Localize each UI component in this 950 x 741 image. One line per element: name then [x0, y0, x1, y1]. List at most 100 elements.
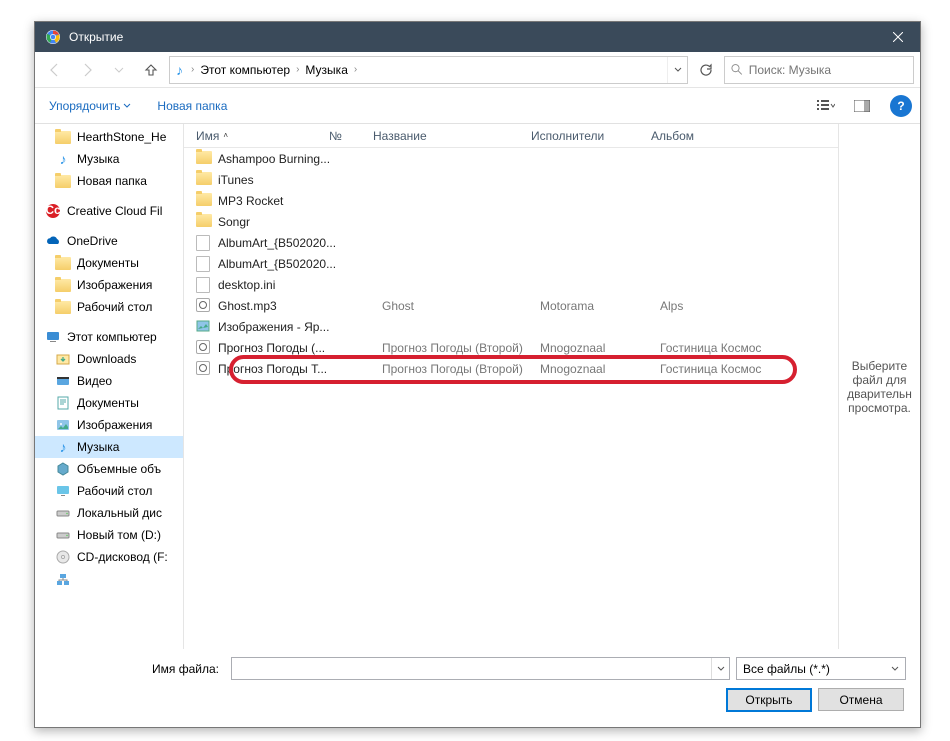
recent-button[interactable] — [105, 56, 133, 84]
tree-item[interactable]: Объемные объ — [35, 458, 183, 480]
newfolder-button[interactable]: Новая папка — [151, 95, 233, 117]
tree-item[interactable]: CD-дисковод (F: — [35, 546, 183, 568]
file-icon — [196, 256, 212, 272]
chevron-right-icon: › — [296, 64, 299, 75]
tree-item-label: Локальный дис — [77, 506, 162, 520]
back-button[interactable] — [41, 56, 69, 84]
tree-item[interactable]: HearthStone_He — [35, 126, 183, 148]
view-details-button[interactable] — [812, 94, 840, 118]
window-title: Открытие — [69, 30, 875, 44]
file-title: Прогноз Погоды (Второй) — [382, 341, 540, 355]
col-artist[interactable]: Исполнители — [531, 129, 651, 143]
file-album: Гостиница Космос — [660, 341, 800, 355]
col-name[interactable]: Имя˄ — [184, 129, 329, 143]
tree-item[interactable]: Cc Creative Cloud Fil — [35, 200, 183, 222]
tree-item-label: Документы — [77, 396, 139, 410]
file-row[interactable]: Ashampoo Burning... — [184, 148, 838, 169]
file-artist: Mnogoznaal — [540, 341, 660, 355]
file-row[interactable]: MP3 Rocket — [184, 190, 838, 211]
folder-tree[interactable]: HearthStone_He♪МузыкаНовая папкаCcCreati… — [35, 124, 184, 649]
organize-button[interactable]: Упорядочить — [43, 95, 137, 117]
folder-icon — [196, 151, 212, 167]
images-icon — [55, 417, 71, 433]
filename-input[interactable] — [231, 657, 730, 680]
navbar: ♪ › Этот компьютер › Музыка › — [35, 52, 920, 88]
file-name: desktop.ini — [218, 278, 338, 292]
tree-item[interactable]: ♪Музыка — [35, 436, 183, 458]
chevron-right-icon: › — [354, 64, 357, 75]
up-button[interactable] — [137, 56, 165, 84]
tree-item[interactable]: Документы — [35, 252, 183, 274]
cc-icon: Cc — [45, 203, 61, 219]
breadcrumb-seg-music[interactable]: Музыка — [303, 63, 349, 77]
tree-item[interactable]: Downloads — [35, 348, 183, 370]
breadcrumb-dropdown[interactable] — [667, 57, 687, 83]
mp3-icon — [196, 340, 212, 356]
col-num[interactable]: № — [329, 129, 373, 143]
forward-button[interactable] — [73, 56, 101, 84]
file-row[interactable]: Songr — [184, 211, 838, 232]
pc-icon — [45, 329, 61, 345]
file-row[interactable]: Прогноз Погоды (...Прогноз Погоды (Второ… — [184, 337, 838, 358]
mp3-icon — [196, 361, 212, 377]
list-header[interactable]: Имя˄ № Название Исполнители Альбом — [184, 124, 838, 148]
folder-icon — [196, 172, 212, 188]
tree-item-label: Объемные объ — [77, 462, 161, 476]
tree-item[interactable]: Этот компьютер — [35, 326, 183, 348]
tree-item[interactable]: ♪Музыка — [35, 148, 183, 170]
tree-item[interactable]: Видео — [35, 370, 183, 392]
tree-item[interactable]: Рабочий стол — [35, 296, 183, 318]
tree-item[interactable]: Изображения — [35, 414, 183, 436]
filename-dropdown[interactable] — [711, 658, 729, 679]
tree-item[interactable]: Изображения — [35, 274, 183, 296]
file-row[interactable]: AlbumArt_{B502020... — [184, 253, 838, 274]
preview-pane: Выберите файл для дварительн просмотра. — [838, 124, 920, 649]
img-icon — [196, 319, 212, 335]
titlebar: Открытие — [35, 22, 920, 52]
tree-item[interactable]: Рабочий стол — [35, 480, 183, 502]
tree-item-label: Creative Cloud Fil — [67, 204, 162, 218]
preview-pane-button[interactable] — [848, 94, 876, 118]
tree-item[interactable]: Новая папка — [35, 170, 183, 192]
help-button[interactable]: ? — [890, 95, 912, 117]
file-name: AlbumArt_{B502020... — [218, 236, 338, 250]
search-input[interactable] — [749, 63, 907, 77]
footer: Имя файла: Все файлы (*.*) Открыть Отмен… — [35, 649, 920, 720]
file-album: Alps — [660, 299, 800, 313]
tree-item-label: CD-дисковод (F: — [77, 550, 168, 564]
filetype-filter[interactable]: Все файлы (*.*) — [736, 657, 906, 680]
cancel-button[interactable]: Отмена — [818, 688, 904, 711]
breadcrumb-seg-pc[interactable]: Этот компьютер — [198, 63, 292, 77]
file-name: Прогноз Погоды Т... — [218, 362, 338, 376]
col-album[interactable]: Альбом — [651, 129, 791, 143]
file-row[interactable]: Прогноз Погоды Т...Прогноз Погоды (Второ… — [184, 358, 838, 379]
file-row[interactable]: desktop.ini — [184, 274, 838, 295]
file-row[interactable]: iTunes — [184, 169, 838, 190]
refresh-button[interactable] — [692, 56, 720, 84]
tree-item[interactable] — [35, 568, 183, 590]
file-row[interactable]: AlbumArt_{B502020... — [184, 232, 838, 253]
search-box[interactable] — [724, 56, 914, 84]
file-name: AlbumArt_{B502020... — [218, 257, 338, 271]
file-name: MP3 Rocket — [218, 194, 338, 208]
breadcrumb[interactable]: ♪ › Этот компьютер › Музыка › — [169, 56, 688, 84]
search-icon — [731, 63, 743, 76]
file-artist: Motorama — [540, 299, 660, 313]
network-icon — [55, 571, 71, 587]
content: HearthStone_He♪МузыкаНовая папкаCcCreati… — [35, 124, 920, 649]
folder-icon — [55, 299, 71, 315]
close-button[interactable] — [875, 22, 920, 52]
tree-item[interactable]: Документы — [35, 392, 183, 414]
file-name: iTunes — [218, 173, 338, 187]
tree-item-label: Рабочий стол — [77, 300, 152, 314]
open-button[interactable]: Открыть — [726, 688, 812, 712]
file-row[interactable]: Ghost.mp3GhostMotoramaAlps — [184, 295, 838, 316]
col-title[interactable]: Название — [373, 129, 531, 143]
tree-item[interactable]: Новый том (D:) — [35, 524, 183, 546]
tree-item[interactable]: OneDrive — [35, 230, 183, 252]
tree-item[interactable]: Локальный дис — [35, 502, 183, 524]
drive-icon — [55, 527, 71, 543]
file-row[interactable]: Изображения - Яр... — [184, 316, 838, 337]
chevron-right-icon: › — [191, 64, 194, 75]
cube-icon — [55, 461, 71, 477]
